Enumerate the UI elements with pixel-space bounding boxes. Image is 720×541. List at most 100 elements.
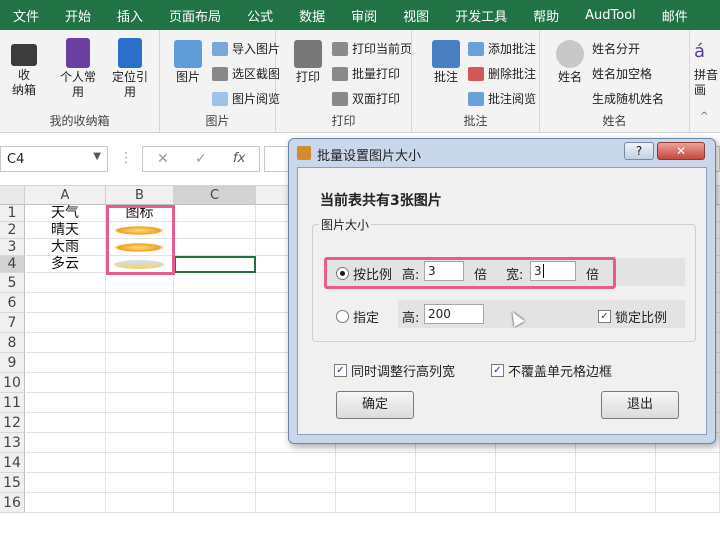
menu-item-7[interactable]: 视图 bbox=[390, 6, 442, 25]
add-comment-button[interactable]: 添加批注 bbox=[468, 40, 536, 57]
row-header-6[interactable]: 6 bbox=[0, 293, 25, 313]
name-space-button[interactable]: 姓名加空格 bbox=[592, 65, 652, 82]
cell[interactable] bbox=[416, 473, 496, 493]
name-button[interactable]: 姓名 bbox=[550, 40, 590, 85]
picture-view-button[interactable]: 图片阅览 bbox=[212, 90, 280, 107]
cell[interactable] bbox=[106, 333, 174, 353]
cell[interactable] bbox=[256, 473, 336, 493]
cell[interactable] bbox=[656, 453, 720, 473]
cell-a2[interactable]: 晴天 bbox=[25, 222, 106, 239]
cell[interactable] bbox=[496, 453, 576, 473]
cell[interactable] bbox=[174, 433, 256, 453]
cell[interactable] bbox=[25, 293, 106, 313]
cell[interactable] bbox=[656, 473, 720, 493]
cell-a1[interactable]: 天气 bbox=[25, 205, 106, 222]
column-header-c[interactable]: C bbox=[174, 186, 256, 205]
height-input[interactable]: 3 bbox=[424, 261, 464, 281]
cell[interactable] bbox=[174, 373, 256, 393]
cell[interactable] bbox=[174, 333, 256, 353]
row-header-2[interactable]: 2 bbox=[0, 222, 25, 239]
cell[interactable] bbox=[25, 333, 106, 353]
cell[interactable] bbox=[106, 433, 174, 453]
cell[interactable] bbox=[25, 353, 106, 373]
personal-button[interactable]: 个人常 用 bbox=[52, 38, 104, 100]
cell[interactable] bbox=[25, 433, 106, 453]
cell[interactable] bbox=[25, 393, 106, 413]
row-header-8[interactable]: 8 bbox=[0, 333, 25, 353]
cell[interactable] bbox=[174, 473, 256, 493]
pinyin-button[interactable]: á 拼音 画 bbox=[694, 43, 720, 98]
cell-b2[interactable] bbox=[106, 222, 174, 239]
cell-a4[interactable]: 多云 bbox=[25, 256, 106, 273]
cell[interactable] bbox=[174, 313, 256, 333]
cell[interactable] bbox=[256, 493, 336, 513]
storage-button[interactable]: 收 纳箱 bbox=[6, 38, 42, 98]
comment-button[interactable]: 批注 bbox=[428, 40, 464, 85]
select-all-corner[interactable] bbox=[0, 186, 25, 205]
cell[interactable] bbox=[576, 453, 656, 473]
cell[interactable] bbox=[106, 293, 174, 313]
batch-print-button[interactable]: 批量打印 bbox=[332, 65, 400, 82]
cell[interactable] bbox=[336, 453, 416, 473]
cell-b3[interactable] bbox=[106, 239, 174, 256]
fx-icon[interactable]: fx bbox=[233, 151, 245, 166]
cell[interactable] bbox=[174, 222, 256, 239]
row-header-11[interactable]: 11 bbox=[0, 393, 25, 413]
cell[interactable] bbox=[174, 453, 256, 473]
cell[interactable] bbox=[174, 205, 256, 222]
cell[interactable] bbox=[336, 473, 416, 493]
ok-button[interactable]: 确定 bbox=[336, 391, 414, 419]
cell[interactable] bbox=[25, 453, 106, 473]
row-header-3[interactable]: 3 bbox=[0, 239, 25, 256]
cell[interactable] bbox=[416, 453, 496, 473]
row-header-10[interactable]: 10 bbox=[0, 373, 25, 393]
delete-comment-button[interactable]: 删除批注 bbox=[468, 65, 536, 82]
cell[interactable] bbox=[106, 473, 174, 493]
column-header-b[interactable]: B bbox=[106, 186, 174, 205]
close-button[interactable]: ✕ bbox=[657, 142, 705, 160]
sun-icon[interactable] bbox=[114, 226, 164, 235]
column-header-a[interactable]: A bbox=[25, 186, 106, 205]
name-box[interactable]: C4 ▼ bbox=[0, 146, 108, 172]
help-button[interactable]: ? bbox=[624, 142, 654, 160]
exit-button[interactable]: 退出 bbox=[601, 391, 679, 419]
cell[interactable] bbox=[174, 239, 256, 256]
locate-ref-button[interactable]: 定位引 用 bbox=[104, 38, 156, 100]
cell[interactable] bbox=[25, 493, 106, 513]
random-name-button[interactable]: 生成随机姓名 bbox=[592, 90, 664, 107]
region-screenshot-button[interactable]: 选区截图 bbox=[212, 65, 280, 82]
cell[interactable] bbox=[174, 413, 256, 433]
specify-radio[interactable]: 指定 bbox=[336, 307, 379, 326]
cell[interactable] bbox=[106, 353, 174, 373]
menu-item-2[interactable]: 插入 bbox=[104, 6, 156, 25]
menu-item-1[interactable]: 开始 bbox=[52, 6, 104, 25]
cell[interactable] bbox=[174, 353, 256, 373]
cell[interactable] bbox=[416, 493, 496, 513]
row-header-12[interactable]: 12 bbox=[0, 413, 25, 433]
row-header-4[interactable]: 4 bbox=[0, 256, 25, 273]
menu-item-3[interactable]: 页面布局 bbox=[156, 6, 234, 25]
menu-item-8[interactable]: 开发工具 bbox=[442, 6, 520, 25]
width-input[interactable]: 3 bbox=[530, 261, 576, 281]
menu-item-6[interactable]: 审阅 bbox=[338, 6, 390, 25]
cell[interactable] bbox=[25, 273, 106, 293]
cell-b4[interactable] bbox=[106, 256, 174, 273]
cell[interactable] bbox=[174, 493, 256, 513]
cell[interactable] bbox=[174, 393, 256, 413]
cell-b1[interactable]: 图标 bbox=[106, 205, 174, 222]
cell[interactable] bbox=[25, 473, 106, 493]
print-current-button[interactable]: 打印当前页 bbox=[332, 40, 412, 57]
cell[interactable] bbox=[106, 313, 174, 333]
cell[interactable] bbox=[576, 493, 656, 513]
row-header-5[interactable]: 5 bbox=[0, 273, 25, 293]
cell[interactable] bbox=[256, 453, 336, 473]
enter-icon[interactable]: ✓ bbox=[195, 151, 207, 167]
picture-button[interactable]: 图片 bbox=[170, 40, 206, 85]
print-button[interactable]: 打印 bbox=[290, 40, 326, 85]
ratio-radio[interactable]: 按比例 bbox=[336, 264, 392, 283]
import-picture-button[interactable]: 导入图片 bbox=[212, 40, 280, 57]
cell[interactable] bbox=[174, 273, 256, 293]
cancel-icon[interactable]: ✕ bbox=[157, 151, 169, 167]
cell[interactable] bbox=[336, 493, 416, 513]
cell[interactable] bbox=[106, 413, 174, 433]
